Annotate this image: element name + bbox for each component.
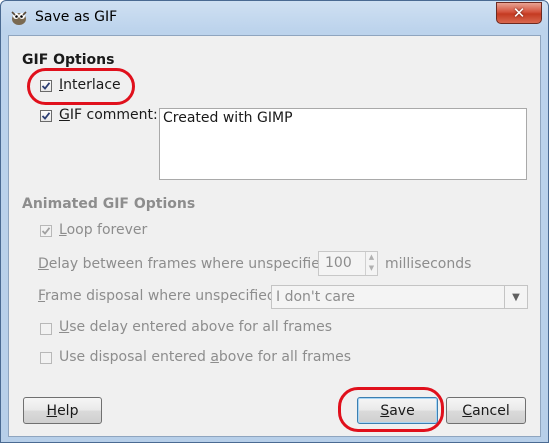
loop-forever-checkbox[interactable]	[40, 225, 52, 237]
loop-forever-label[interactable]: Loop forever	[59, 222, 147, 238]
save-as-gif-dialog: Save as GIF ✕ GIF Options Interlace GIF …	[0, 0, 549, 443]
gif-comment-checkbox[interactable]	[40, 110, 52, 122]
checkmark-icon	[41, 112, 51, 120]
close-icon: ✕	[512, 3, 526, 22]
delay-value[interactable]: 100	[325, 255, 352, 271]
use-disposal-label[interactable]: Use disposal entered above for all frame…	[59, 349, 351, 365]
disposal-label: Frame disposal where unspecified:	[38, 288, 281, 304]
spin-up-icon[interactable]: ▲	[366, 252, 377, 263]
gimp-wilber-icon	[11, 11, 27, 25]
chevron-down-icon[interactable]: ▼	[504, 286, 527, 308]
gif-comment-label[interactable]: GIF comment:	[59, 107, 158, 123]
disposal-combobox[interactable]: I don't care ▼	[271, 285, 528, 309]
help-button[interactable]: Help	[23, 397, 102, 424]
gif-options-heading: GIF Options	[22, 52, 115, 68]
disposal-value: I don't care	[276, 289, 356, 305]
use-delay-checkbox[interactable]	[40, 323, 52, 335]
delay-spinbutton[interactable]: 100 ▲ ▼	[318, 251, 378, 276]
save-highlight-ring	[338, 387, 444, 432]
gif-comment-textarea[interactable]: Created with GIMP	[159, 108, 527, 180]
cancel-button[interactable]: Cancel	[446, 397, 526, 424]
use-delay-label[interactable]: Use delay entered above for all frames	[59, 319, 332, 335]
delay-label: Delay between frames where unspecified:	[38, 256, 334, 272]
close-button[interactable]: ✕	[496, 2, 542, 24]
spin-arrows[interactable]: ▲ ▼	[365, 252, 377, 275]
checkmark-icon	[41, 227, 51, 235]
interlace-highlight-ring	[27, 68, 135, 105]
window-title: Save as GIF	[35, 9, 118, 25]
spin-down-icon[interactable]: ▼	[366, 263, 377, 274]
animated-gif-options-heading: Animated GIF Options	[22, 196, 196, 212]
title-bar[interactable]: Save as GIF ✕	[1, 1, 548, 35]
delay-unit-label: milliseconds	[385, 256, 472, 272]
use-disposal-checkbox[interactable]	[40, 352, 52, 364]
